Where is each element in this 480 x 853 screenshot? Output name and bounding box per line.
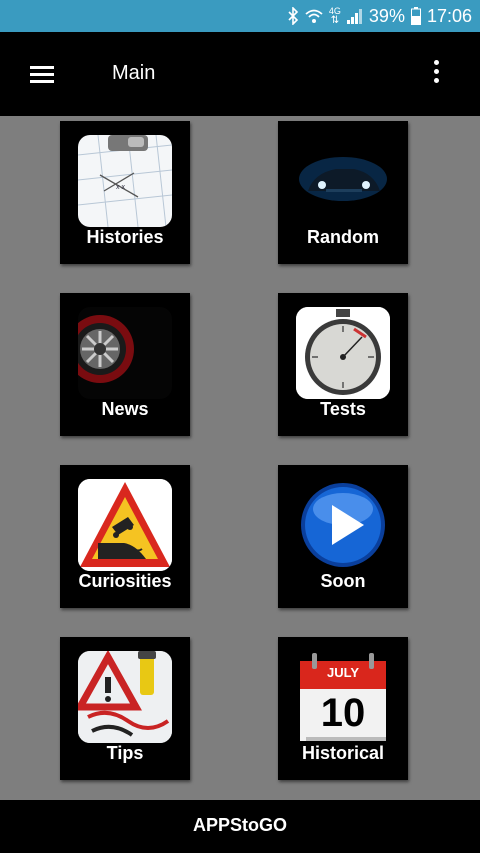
- tile-label: Curiosities: [78, 571, 172, 591]
- page-title: Main: [112, 62, 156, 84]
- footer-label: APPStoGO: [192, 815, 287, 835]
- network-type-icon: 4G ⇅: [328, 6, 341, 26]
- tile-label: News: [101, 399, 149, 419]
- tile-label: Random: [307, 227, 379, 247]
- tips-image: [78, 651, 172, 743]
- news-image: [78, 307, 172, 399]
- curiosities-image: [78, 479, 172, 571]
- tile-label: Tips: [106, 743, 144, 763]
- tile-news[interactable]: News: [60, 293, 190, 436]
- tile-label: Historical: [301, 743, 385, 763]
- wifi-icon: [305, 8, 323, 24]
- clock: 17:06: [426, 5, 472, 26]
- calendar-day: 10: [320, 691, 366, 735]
- historical-calendar-icon: JULY 10: [296, 651, 390, 743]
- histories-image: x x: [78, 135, 172, 227]
- tile-historical[interactable]: JULY 10 Historical: [278, 637, 408, 780]
- tile-label: Tests: [320, 399, 366, 419]
- random-image: [296, 135, 390, 227]
- signal-icon: [346, 8, 363, 24]
- status-bar: 4G ⇅ 39% 17:06: [0, 0, 480, 32]
- battery-percent: 39%: [368, 5, 405, 26]
- calendar-month: JULY: [326, 665, 360, 680]
- menu-icon[interactable]: [28, 60, 56, 88]
- more-vert-icon[interactable]: [424, 58, 448, 88]
- tile-tips[interactable]: Tips: [60, 637, 190, 780]
- tests-image: [296, 307, 390, 399]
- tile-soon[interactable]: Soon: [278, 465, 408, 608]
- tile-histories[interactable]: x x Histories: [60, 121, 190, 264]
- tile-label: Soon: [320, 571, 366, 591]
- app-bar: Main: [0, 32, 480, 116]
- tile-random[interactable]: Random: [278, 121, 408, 264]
- bluetooth-icon: [287, 7, 299, 25]
- tile-curiosities[interactable]: Curiosities: [60, 465, 190, 608]
- soon-image: [296, 479, 390, 571]
- battery-icon: [410, 7, 421, 25]
- tile-label: Histories: [86, 227, 164, 247]
- svg-text:x x: x x: [116, 184, 125, 191]
- main-grid: x x Histories Random News Tests Curiosit…: [0, 116, 480, 800]
- tile-tests[interactable]: Tests: [278, 293, 408, 436]
- footer-bar: APPStoGO: [0, 800, 480, 853]
